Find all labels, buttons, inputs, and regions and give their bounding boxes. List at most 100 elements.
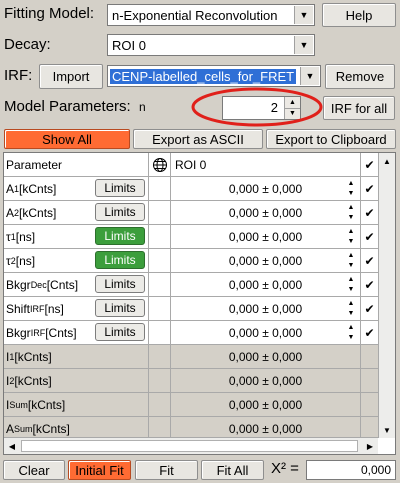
horizontal-scrollbar[interactable]: ◀ ▶: [4, 437, 378, 454]
limits-button[interactable]: Limits: [95, 323, 145, 341]
row-gap-cell: [149, 201, 171, 224]
param-unit: [ns]: [15, 253, 36, 268]
limits-button[interactable]: Limits: [95, 251, 145, 269]
param-symbol: A: [6, 205, 15, 220]
chevron-down-icon[interactable]: ▼: [294, 6, 313, 24]
scroll-up-icon[interactable]: ▲: [379, 153, 395, 169]
param-subscript: Sum: [14, 423, 33, 434]
irf-remove-button[interactable]: Remove: [325, 64, 395, 89]
fix-checkbox[interactable]: ✔: [361, 225, 378, 248]
stepper-up-icon[interactable]: ▲: [344, 251, 358, 261]
decay-select[interactable]: ROI 0 ▼: [107, 34, 315, 56]
stepper-down-icon[interactable]: ▼: [344, 285, 358, 295]
parameter-name: A 2 [kCnts] Limits: [4, 201, 149, 224]
param-symbol: A: [6, 181, 15, 196]
limits-button[interactable]: Limits: [95, 299, 145, 317]
value-stepper[interactable]: ▲ ▼: [344, 203, 358, 222]
parameter-name: A 1 [kCnts] Limits: [4, 177, 149, 200]
value-stepper[interactable]: ▲ ▼: [344, 251, 358, 270]
table-row: I 2 [kCnts] 0,000 ± 0,000: [4, 369, 378, 393]
fitting-model-select[interactable]: n-Exponential Reconvolution ▼: [107, 4, 315, 26]
value-cell[interactable]: 0,000 ± 0,000 ▲ ▼: [171, 225, 361, 248]
stepper-up-icon[interactable]: ▲: [344, 275, 358, 285]
param-unit: [ns]: [15, 229, 36, 244]
value-cell[interactable]: 0,000 ± 0,000 ▲ ▼: [171, 249, 361, 272]
fix-checkbox: [361, 393, 378, 416]
row-gap-cell: [149, 225, 171, 248]
chevron-down-icon[interactable]: ▼: [300, 67, 319, 85]
param-value: 0,000 ± 0,000: [228, 253, 303, 268]
row-gap-cell: [149, 249, 171, 272]
irf-value: CENP-labelled_cells_for_FRET: [110, 68, 297, 84]
table-row: Bkgr IRF [Cnts] Limits 0,000 ± 0,000 ▲ ▼ ✔: [4, 321, 378, 345]
irf-import-button[interactable]: Import: [39, 64, 103, 89]
limits-button[interactable]: Limits: [95, 203, 145, 221]
scroll-right-icon[interactable]: ▶: [362, 438, 378, 454]
param-subscript: Dec: [30, 279, 47, 290]
stepper-down-icon[interactable]: ▼: [344, 213, 358, 223]
globe-icon[interactable]: [149, 153, 171, 176]
param-symbol: Bkgr: [6, 325, 31, 340]
header-parameter: Parameter: [4, 153, 149, 176]
fit-button[interactable]: Fit: [135, 460, 198, 480]
check-icon: ✔: [364, 181, 375, 196]
limits-button[interactable]: Limits: [95, 227, 145, 245]
parameter-name: I 1 [kCnts]: [4, 345, 149, 368]
clear-button[interactable]: Clear: [3, 460, 65, 480]
value-cell[interactable]: 0,000 ± 0,000 ▲ ▼: [171, 177, 361, 200]
chevron-down-icon[interactable]: ▼: [294, 36, 313, 54]
stepper-down-icon[interactable]: ▼: [344, 189, 358, 199]
fix-checkbox[interactable]: ✔: [361, 273, 378, 296]
row-gap-cell: [149, 393, 171, 416]
highlight-ellipse: [191, 87, 323, 127]
help-button[interactable]: Help: [322, 3, 396, 27]
parameter-name: τ 2 [ns] Limits: [4, 249, 149, 272]
stepper-up-icon[interactable]: ▲: [344, 179, 358, 189]
horizontal-scroll-thumb[interactable]: [21, 440, 358, 452]
fix-checkbox[interactable]: ✔: [361, 321, 378, 344]
check-icon: ✔: [364, 253, 375, 268]
scroll-left-icon[interactable]: ◀: [4, 438, 20, 454]
limits-button[interactable]: Limits: [95, 275, 145, 293]
stepper-up-icon[interactable]: ▲: [344, 203, 358, 213]
param-unit: [ns]: [44, 301, 64, 316]
fix-checkbox[interactable]: ✔: [361, 297, 378, 320]
fix-checkbox: [361, 369, 378, 392]
show-all-button[interactable]: Show All: [4, 129, 130, 149]
row-gap-cell: [149, 297, 171, 320]
value-stepper[interactable]: ▲ ▼: [344, 227, 358, 246]
value-stepper[interactable]: ▲ ▼: [344, 179, 358, 198]
initial-fit-button[interactable]: Initial Fit: [68, 460, 131, 480]
stepper-down-icon[interactable]: ▼: [344, 261, 358, 271]
value-cell[interactable]: 0,000 ± 0,000 ▲ ▼: [171, 321, 361, 344]
param-value: 0,000 ± 0,000: [228, 277, 303, 292]
value-stepper[interactable]: ▲ ▼: [344, 299, 358, 318]
param-value: 0,000 ± 0,000: [228, 205, 303, 220]
stepper-up-icon[interactable]: ▲: [344, 227, 358, 237]
stepper-up-icon[interactable]: ▲: [344, 299, 358, 309]
value-stepper[interactable]: ▲ ▼: [344, 275, 358, 294]
stepper-down-icon[interactable]: ▼: [344, 333, 358, 343]
value-cell[interactable]: 0,000 ± 0,000 ▲ ▼: [171, 273, 361, 296]
check-icon: ✔: [364, 229, 375, 244]
irf-for-all-button[interactable]: IRF for all: [323, 96, 395, 120]
stepper-down-icon[interactable]: ▼: [344, 309, 358, 319]
export-clipboard-button[interactable]: Export to Clipboard: [266, 129, 396, 149]
stepper-up-icon[interactable]: ▲: [344, 323, 358, 333]
fix-checkbox[interactable]: ✔: [361, 177, 378, 200]
param-unit: [kCnts]: [14, 373, 52, 388]
fix-checkbox[interactable]: ✔: [361, 201, 378, 224]
fix-checkbox[interactable]: ✔: [361, 249, 378, 272]
stepper-down-icon[interactable]: ▼: [344, 237, 358, 247]
header-check-icon[interactable]: ✔: [361, 153, 378, 176]
value-cell[interactable]: 0,000 ± 0,000 ▲ ▼: [171, 201, 361, 224]
export-ascii-button[interactable]: Export as ASCII: [133, 129, 263, 149]
fit-all-button[interactable]: Fit All: [201, 460, 264, 480]
vertical-scrollbar[interactable]: ▲ ▼: [378, 153, 395, 438]
irf-select[interactable]: CENP-labelled_cells_for_FRET ▼: [107, 65, 321, 87]
value-cell[interactable]: 0,000 ± 0,000 ▲ ▼: [171, 297, 361, 320]
decay-label: Decay:: [4, 36, 51, 53]
limits-button[interactable]: Limits: [95, 179, 145, 197]
scroll-down-icon[interactable]: ▼: [379, 422, 395, 438]
value-stepper[interactable]: ▲ ▼: [344, 323, 358, 342]
